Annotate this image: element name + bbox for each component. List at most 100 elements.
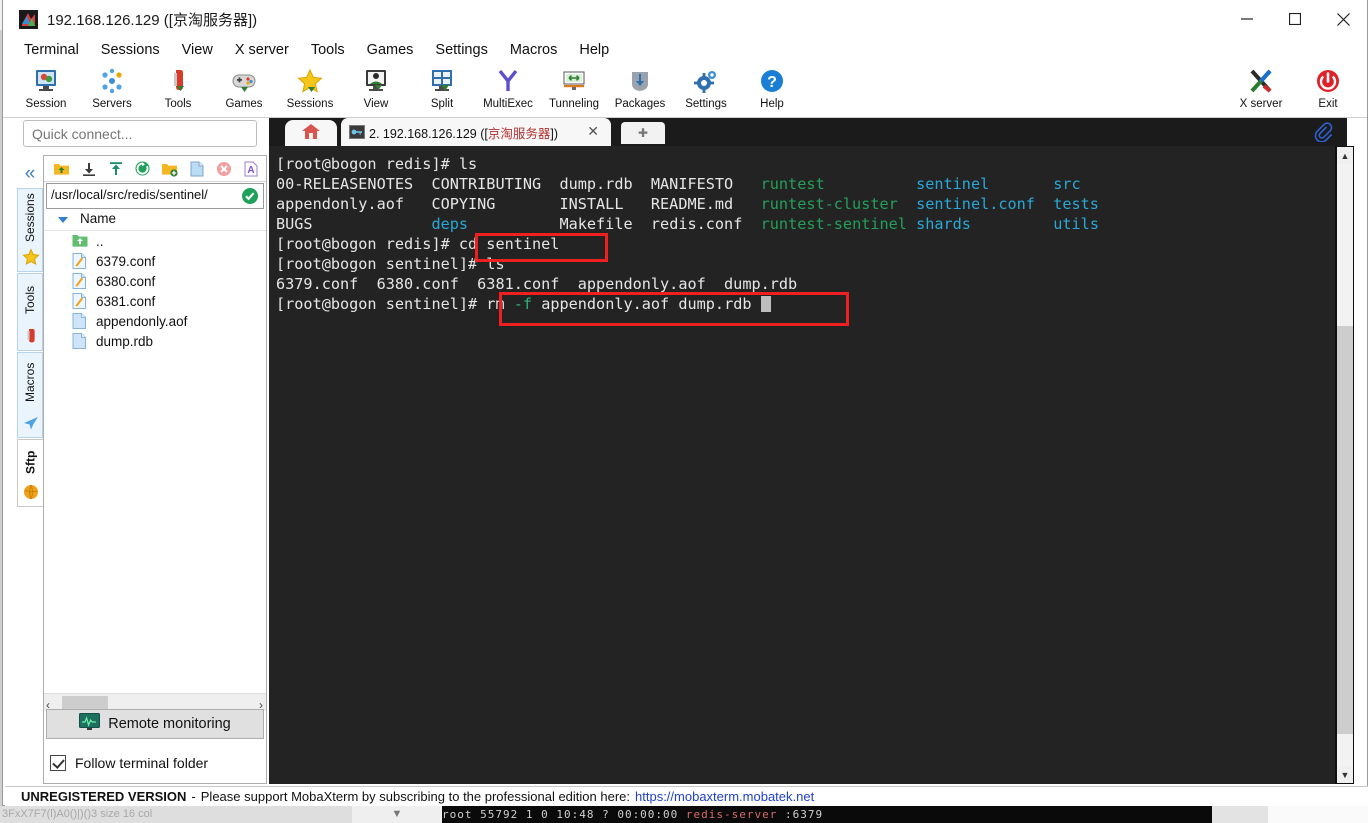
file-row-label: .. (96, 233, 104, 249)
tunneling-icon (541, 64, 607, 97)
tab-active-session[interactable]: 2. 192.168.126.129 ([京淘服务器]) ✕ (341, 118, 611, 146)
background-window-strip: 3FxX7F7(l)A0()|)()3 size 16 col ▼ root 5… (0, 806, 1368, 823)
menu-games[interactable]: Games (356, 38, 425, 62)
toolbar-multiexec-label: MultiExec (483, 98, 533, 110)
toolbar-help-label: Help (760, 98, 784, 110)
status-dash: - (191, 789, 196, 804)
svg-text:?: ? (767, 74, 777, 91)
new-folder-icon[interactable] (156, 157, 183, 181)
chevron-up-icon[interactable]: ▲ (1337, 147, 1353, 164)
bg-term-part2: :6379 (777, 808, 824, 821)
terminal-scrollbar[interactable]: ▲ ▼ (1335, 146, 1354, 784)
new-file-icon[interactable] (183, 157, 210, 181)
new-tab-button[interactable]: ✚ (621, 122, 665, 144)
toolbar-session-label: Session (25, 98, 67, 110)
remote-monitoring-button[interactable]: Remote monitoring (46, 709, 264, 739)
toolbar-session[interactable]: Session (13, 64, 79, 111)
paperclip-icon[interactable] (1313, 122, 1333, 143)
file-row-label: appendonly.aof (96, 313, 188, 329)
menu-tools[interactable]: Tools (300, 38, 356, 62)
menu-x-server[interactable]: X server (224, 38, 300, 62)
paper-plane-icon (18, 411, 44, 435)
toolbar-packages-label: Packages (614, 98, 666, 110)
toolbar-settings[interactable]: Settings (673, 64, 739, 111)
mobaxterm-icon (19, 10, 38, 29)
toolbar-multiexec[interactable]: MultiExec (475, 64, 541, 111)
rail-tab-sessions-label: Sessions (23, 193, 37, 243)
mobatek-link[interactable]: https://mobaxterm.mobatek.net (635, 789, 814, 804)
scroll-thumb[interactable] (62, 696, 108, 710)
menu-macros[interactable]: Macros (499, 38, 569, 62)
terminal-scrollbar-thumb[interactable] (1337, 326, 1353, 734)
exit-power-icon (1295, 64, 1361, 97)
delete-icon[interactable] (210, 157, 237, 181)
packages-icon (607, 64, 673, 97)
file-list-header[interactable]: Name (44, 209, 266, 231)
menu-view[interactable]: View (171, 38, 224, 62)
file-row-parent[interactable]: .. (44, 231, 266, 251)
toolbar-x-server[interactable]: X server (1228, 64, 1294, 111)
menu-sessions[interactable]: Sessions (90, 38, 171, 62)
double-chevron-left-icon[interactable]: « (17, 164, 43, 184)
file-row-dumprdb[interactable]: dump.rdb (44, 331, 266, 351)
toolbar-split[interactable]: Split (409, 64, 475, 111)
toolbar-tools-label: Tools (164, 98, 192, 110)
close-tab-icon[interactable]: ✕ (587, 123, 599, 140)
quick-connect-wrap (23, 120, 257, 147)
swiss-knife-icon (18, 324, 44, 348)
file-path-bar[interactable]: /usr/local/src/redis/sentinel/ (46, 183, 264, 209)
toolbar-tools[interactable]: Tools (145, 64, 211, 111)
sessions-star-icon (277, 64, 343, 97)
toolbar-sessions[interactable]: Sessions (277, 64, 343, 111)
toolbar-view[interactable]: View (343, 64, 409, 111)
sort-descending-icon (58, 217, 68, 223)
file-row-appendonly[interactable]: appendonly.aof (44, 311, 266, 331)
title-bar: 192.168.126.129 ([京淘服务器]) (3, 0, 1367, 38)
minimize-icon[interactable] (1223, 0, 1271, 38)
download-icon[interactable] (75, 157, 102, 181)
monitor-graph-icon (79, 712, 101, 736)
terminal-output[interactable]: [root@bogon redis]# ls 00-RELEASENOTES C… (269, 146, 1335, 784)
text-edit-icon[interactable]: A (237, 157, 264, 181)
mobaxterm-window: 192.168.126.129 ([京淘服务器]) Terminal Sessi… (2, 0, 1368, 806)
menu-settings[interactable]: Settings (424, 38, 498, 62)
rail-tab-sessions[interactable]: Sessions (17, 188, 43, 272)
follow-terminal-folder-checkbox[interactable]: Follow terminal folder (50, 755, 208, 771)
maximize-icon[interactable] (1271, 0, 1319, 38)
rail-tab-macros[interactable]: Macros (17, 352, 43, 438)
toolbar-settings-label: Settings (685, 98, 727, 110)
chevron-down-icon[interactable]: ▼ (1337, 766, 1353, 783)
quick-connect-input[interactable] (23, 120, 257, 147)
file-row-6380[interactable]: 6380.conf (44, 271, 266, 291)
conf-file-icon (72, 293, 88, 309)
left-rail: « Sessions Tools Macros Sftp (17, 160, 43, 507)
go-up-folder-icon[interactable] (48, 157, 75, 181)
svg-text:A: A (247, 165, 254, 176)
close-icon[interactable] (1319, 0, 1367, 38)
toolbar-servers[interactable]: Servers (79, 64, 145, 111)
menu-help[interactable]: Help (568, 38, 620, 62)
menu-terminal[interactable]: Terminal (13, 38, 90, 62)
checkbox-box[interactable] (50, 755, 66, 771)
settings-gear-icon (673, 64, 739, 97)
toolbar-help[interactable]: ? Help (739, 64, 805, 111)
conf-file-icon (72, 273, 88, 289)
refresh-icon[interactable] (129, 157, 156, 181)
split-icon (409, 64, 475, 97)
tab-home[interactable] (285, 120, 337, 146)
file-row-label: dump.rdb (96, 333, 154, 349)
green-check-icon (241, 187, 259, 205)
background-terminal-text: root 55792 1 0 10:48 ? 00:00:00 redis-se… (442, 806, 1212, 823)
file-row-label: 6380.conf (96, 273, 156, 289)
toolbar-packages[interactable]: Packages (607, 64, 673, 111)
star-icon (18, 245, 44, 269)
upload-icon[interactable] (102, 157, 129, 181)
toolbar-x-server-label: X server (1239, 98, 1283, 110)
rail-tab-tools[interactable]: Tools (17, 273, 43, 351)
file-row-6381[interactable]: 6381.conf (44, 291, 266, 311)
file-row-6379[interactable]: 6379.conf (44, 251, 266, 271)
rail-tab-sftp[interactable]: Sftp (17, 439, 43, 507)
toolbar-exit[interactable]: Exit (1295, 64, 1361, 111)
toolbar-games[interactable]: Games (211, 64, 277, 111)
toolbar-tunneling[interactable]: Tunneling (541, 64, 607, 111)
